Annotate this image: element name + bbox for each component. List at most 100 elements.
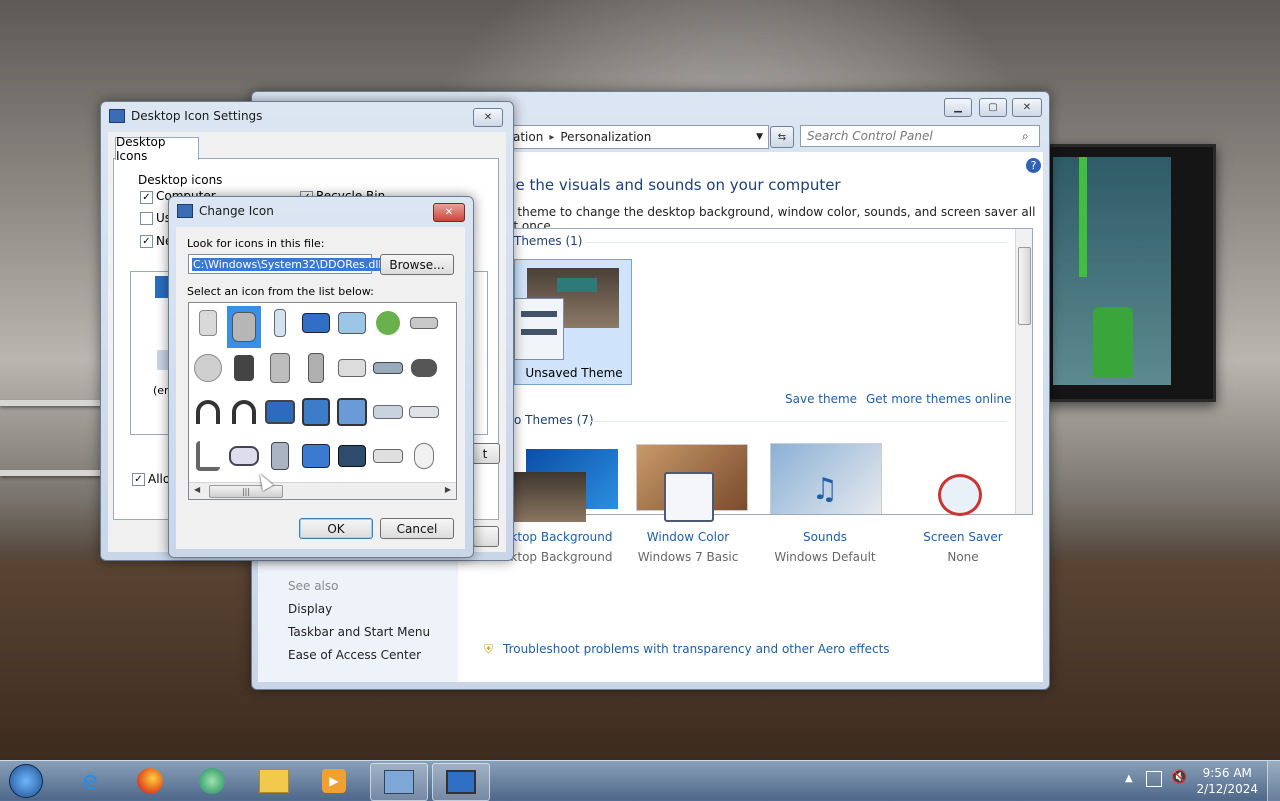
page-title: ge the visuals and sounds on your comput… [506, 176, 841, 194]
sounds-icon[interactable]: ♫ [800, 472, 850, 518]
taskbar-link[interactable]: Taskbar and Start Menu [288, 625, 430, 639]
clock[interactable]: 9:56 AM 2/12/2024 [1196, 765, 1258, 797]
scroll-thumb[interactable]: ||| [209, 485, 283, 498]
users-files-checkbox[interactable] [140, 212, 153, 225]
display-link[interactable]: Display [288, 602, 332, 616]
scroll-right-arrow[interactable]: ▶ [445, 485, 451, 494]
screen-saver-icon[interactable] [938, 474, 982, 516]
search-input[interactable]: Search Control Panel [800, 125, 1040, 147]
save-theme-link[interactable]: Save theme [785, 392, 857, 406]
scroll-left-arrow[interactable]: ◀ [194, 485, 200, 494]
theme-preview-screen [557, 278, 597, 292]
icon-grid-scrollbar[interactable]: ◀ ||| ▶ [189, 482, 456, 499]
screen-saver-item[interactable]: Screen Saver None [898, 530, 1028, 564]
help-icon[interactable]: ? [1026, 158, 1041, 173]
close-button[interactable]: ✕ [1012, 98, 1042, 117]
desktop-background-icon[interactable] [514, 472, 586, 522]
icon-option[interactable] [407, 439, 441, 473]
file-path-input[interactable]: C:\Windows\System32\DDORes.dll [188, 254, 383, 274]
chevron-down-icon[interactable]: ▼ [756, 132, 763, 142]
icon-option[interactable] [263, 351, 297, 385]
look-for-label: Look for icons in this file: [187, 237, 325, 250]
icon-option[interactable] [335, 439, 369, 473]
ok-button[interactable]: OK [299, 518, 373, 539]
screen-saver-link[interactable]: Screen Saver [898, 530, 1028, 544]
close-button[interactable]: ✕ [473, 108, 503, 127]
icon-option[interactable] [407, 306, 441, 340]
icon-option[interactable] [371, 439, 405, 473]
folder-icon[interactable] [246, 763, 302, 799]
dialog-body: Look for icons in this file: C:\Windows\… [176, 227, 465, 549]
icon-option[interactable] [335, 306, 369, 340]
network-icon[interactable] [1146, 771, 1162, 787]
scroll-thumb[interactable] [1018, 247, 1031, 325]
troubleshoot-link[interactable]: Troubleshoot problems with transparency … [503, 642, 890, 656]
icon-option[interactable] [227, 351, 261, 385]
breadcrumb-personalization[interactable]: Personalization [560, 130, 651, 144]
file-path-value: C:\Windows\System32\DDORes.dll [192, 257, 383, 271]
window-color-item[interactable]: Window Color Windows 7 Basic [623, 530, 753, 564]
breadcrumb-appearance[interactable]: ation [513, 130, 543, 144]
search-icon[interactable]: ⌕ [1022, 129, 1029, 144]
window-color-link[interactable]: Window Color [623, 530, 753, 544]
ease-of-access-link[interactable]: Ease of Access Center [288, 648, 421, 662]
icon-option[interactable] [263, 439, 297, 473]
icon-option[interactable] [335, 351, 369, 385]
icon-option[interactable] [191, 395, 225, 429]
network-checkbox[interactable]: ✓ [140, 235, 153, 248]
minimize-button[interactable]: ▁ [944, 98, 972, 117]
icon-option[interactable] [191, 439, 225, 473]
media-center-icon[interactable] [184, 763, 240, 799]
icon-option[interactable] [227, 395, 261, 429]
icon-option[interactable] [227, 439, 261, 473]
computer-checkbox[interactable]: ✓ [140, 191, 153, 204]
icon-option[interactable] [191, 351, 225, 385]
icon-option[interactable] [407, 395, 441, 429]
media-player-icon[interactable]: ▶ [306, 763, 362, 799]
icon-option[interactable] [371, 306, 405, 340]
icon-option[interactable] [371, 351, 405, 385]
icon-option-selected[interactable] [227, 306, 261, 348]
icon-option[interactable] [299, 439, 333, 473]
firefox-icon[interactable] [122, 763, 178, 799]
show-desktop-button[interactable] [1267, 761, 1280, 801]
icon-option[interactable] [299, 306, 333, 340]
icon-option[interactable] [191, 306, 225, 340]
browse-button[interactable]: Browse... [380, 254, 454, 275]
icon-option[interactable] [263, 395, 297, 429]
close-button[interactable]: ✕ [433, 203, 465, 222]
icon-option[interactable] [263, 306, 297, 340]
refresh-icon[interactable]: ⇆ [770, 126, 794, 148]
icon-option[interactable] [407, 351, 441, 385]
volume-muted-icon[interactable]: 🔇 [1171, 770, 1187, 785]
window-color-value: Windows 7 Basic [637, 550, 739, 564]
display-settings-taskbar-button[interactable] [432, 763, 490, 801]
themes-scrollbar[interactable] [1015, 229, 1032, 514]
restore-default-button[interactable]: t [470, 443, 500, 464]
icon-grid[interactable]: ◀ ||| ▶ [188, 302, 457, 500]
icon-option[interactable] [371, 395, 405, 429]
my-themes-header: Themes (1) [514, 234, 583, 248]
apply-button[interactable] [473, 526, 499, 547]
icon-option[interactable] [299, 351, 333, 385]
allow-themes-checkbox[interactable]: ✓ [132, 473, 145, 486]
icon-option[interactable] [335, 395, 369, 429]
sounds-item[interactable]: Sounds Windows Default [760, 530, 890, 564]
select-icon-label: Select an icon from the list below: [187, 285, 374, 298]
address-bar[interactable]: ation ▸ Personalization ▼ [512, 125, 769, 149]
get-more-themes-link[interactable]: Get more themes online [866, 392, 1012, 406]
icon-option[interactable] [299, 395, 333, 429]
internet-explorer-icon[interactable]: e [62, 763, 118, 799]
maximize-button[interactable]: ▢ [979, 98, 1007, 117]
sounds-link[interactable]: Sounds [760, 530, 890, 544]
window-color-icon[interactable] [664, 472, 714, 522]
show-hidden-icons[interactable]: ▲ [1125, 773, 1133, 784]
cancel-button[interactable]: Cancel [380, 518, 454, 539]
unsaved-theme-label: Unsaved Theme [525, 366, 623, 380]
unsaved-theme-tile[interactable]: Unsaved Theme [514, 259, 632, 385]
desktop-icons-group-label: Desktop icons [138, 173, 223, 187]
control-panel-taskbar-button[interactable] [370, 763, 428, 801]
tab-desktop-icons[interactable]: Desktop Icons [115, 135, 199, 163]
start-button[interactable] [2, 763, 50, 799]
divider [588, 421, 1006, 422]
